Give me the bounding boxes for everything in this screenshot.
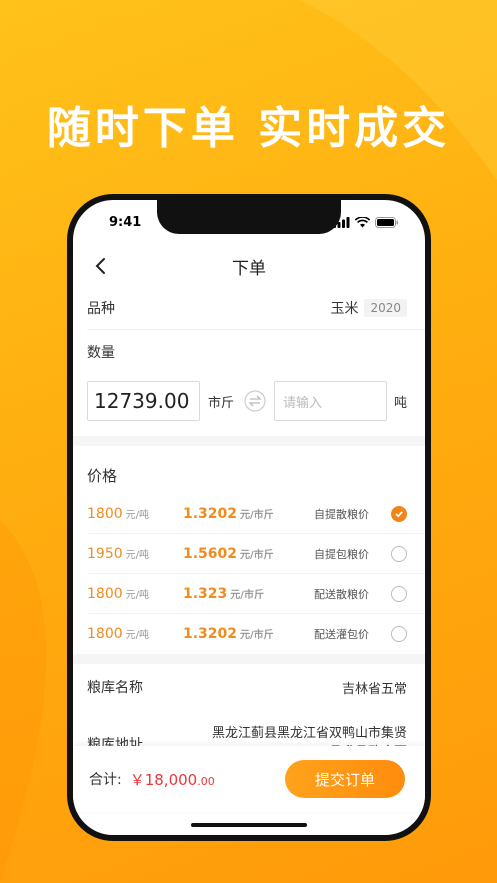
nav-bar: 下单 [73,246,425,286]
phone-frame: 9:41 下单 品种 玉米 2020 数量 12739.00 市斤 请输入 吨 … [67,194,431,841]
variety-value: 玉米 [330,300,359,317]
total-amount: ￥18,000 [129,770,198,789]
quantity-input[interactable]: 12739.00 [87,381,200,421]
phone-notch [157,200,341,234]
granary-name-value: 吉林省五常 [341,681,407,697]
unit-jin: 元/市斤 [240,630,274,641]
unit-jin: 元/市斤 [230,589,264,601]
quantity-label: 数量 [87,345,115,361]
price-per-jin: 1.3202 [183,505,238,522]
price-option[interactable]: 1950 元/吨 1.5602 元/市斤 自提包粮价 [87,534,425,574]
unit-ton: 元/吨 [125,549,150,561]
wifi-icon [355,216,370,227]
price-type: 配送灌包价 [314,628,369,641]
radio-unchecked-icon[interactable] [391,545,407,562]
unit-jin: 元/市斤 [240,549,274,561]
order-footer: 合计: ￥18,000.00 提交订单 [73,746,425,812]
unit-ton: 元/吨 [125,509,150,521]
price-per-jin: 1.5602 [183,545,238,562]
variety-row[interactable]: 品种 玉米 2020 [87,286,425,330]
price-per-ton: 1800 [87,626,123,642]
price-option[interactable]: 1800 元/吨 1.3202 元/市斤 自提散粮价 [87,494,425,534]
ton-input[interactable]: 请输入 [274,381,388,421]
price-per-ton: 1800 [87,585,123,602]
quantity-inputs: 12739.00 市斤 请输入 吨 [73,374,425,428]
radio-checked-icon[interactable] [391,505,407,522]
radio-unchecked-icon[interactable] [391,626,407,642]
unit-ton: 元/吨 [125,589,150,601]
unit-jin: 元/市斤 [240,509,274,521]
unit-ton: 元/吨 [125,630,150,641]
section-divider [73,436,425,446]
granary-name-row: 粮库名称 吉林省五常 [73,664,425,710]
price-section-title: 价格 [87,466,118,485]
price-list: 1800 元/吨 1.3202 元/市斤 自提散粮价 1950 元/吨 1.5602 元… [73,494,425,654]
total-label: 合计: [89,772,122,788]
price-option[interactable]: 1800 元/吨 1.3202 元/市斤 配送灌包价 [87,614,425,654]
price-per-jin: 1.323 [183,585,228,602]
battery-icon [375,216,398,228]
section-divider [73,654,425,664]
phone-screen: 9:41 下单 品种 玉米 2020 数量 12739.00 市斤 请输入 吨 … [73,200,425,835]
price-type: 配送散粮价 [314,587,369,601]
variety-label: 品种 [87,300,115,317]
price-type: 自提散粮价 [314,507,369,521]
submit-order-button[interactable]: 提交订单 [285,760,405,798]
year-tag: 2020 [364,298,407,317]
price-type: 自提包粮价 [314,547,369,561]
price-per-ton: 1950 [87,545,123,562]
back-arrow-icon[interactable] [89,254,113,278]
status-time: 9:41 [109,214,142,230]
price-per-ton: 1800 [87,505,123,522]
radio-unchecked-icon[interactable] [391,585,407,602]
headline: 随时下单 实时成交 [46,103,451,154]
home-indicator [191,823,307,827]
price-per-jin: 1.3202 [183,626,238,642]
unit-jin-label: 市斤 [208,395,235,411]
swap-unit-icon[interactable] [244,390,266,412]
unit-ton-label: 吨 [393,395,407,411]
price-option[interactable]: 1800 元/吨 1.323 元/市斤 配送散粮价 [87,574,425,614]
granary-name-label: 粮库名称 [87,680,143,696]
page-title: 下单 [232,258,266,279]
order-form: 品种 玉米 2020 数量 12739.00 市斤 请输入 吨 价格 1800 … [73,286,425,760]
total-decimal: .00 [197,774,215,788]
